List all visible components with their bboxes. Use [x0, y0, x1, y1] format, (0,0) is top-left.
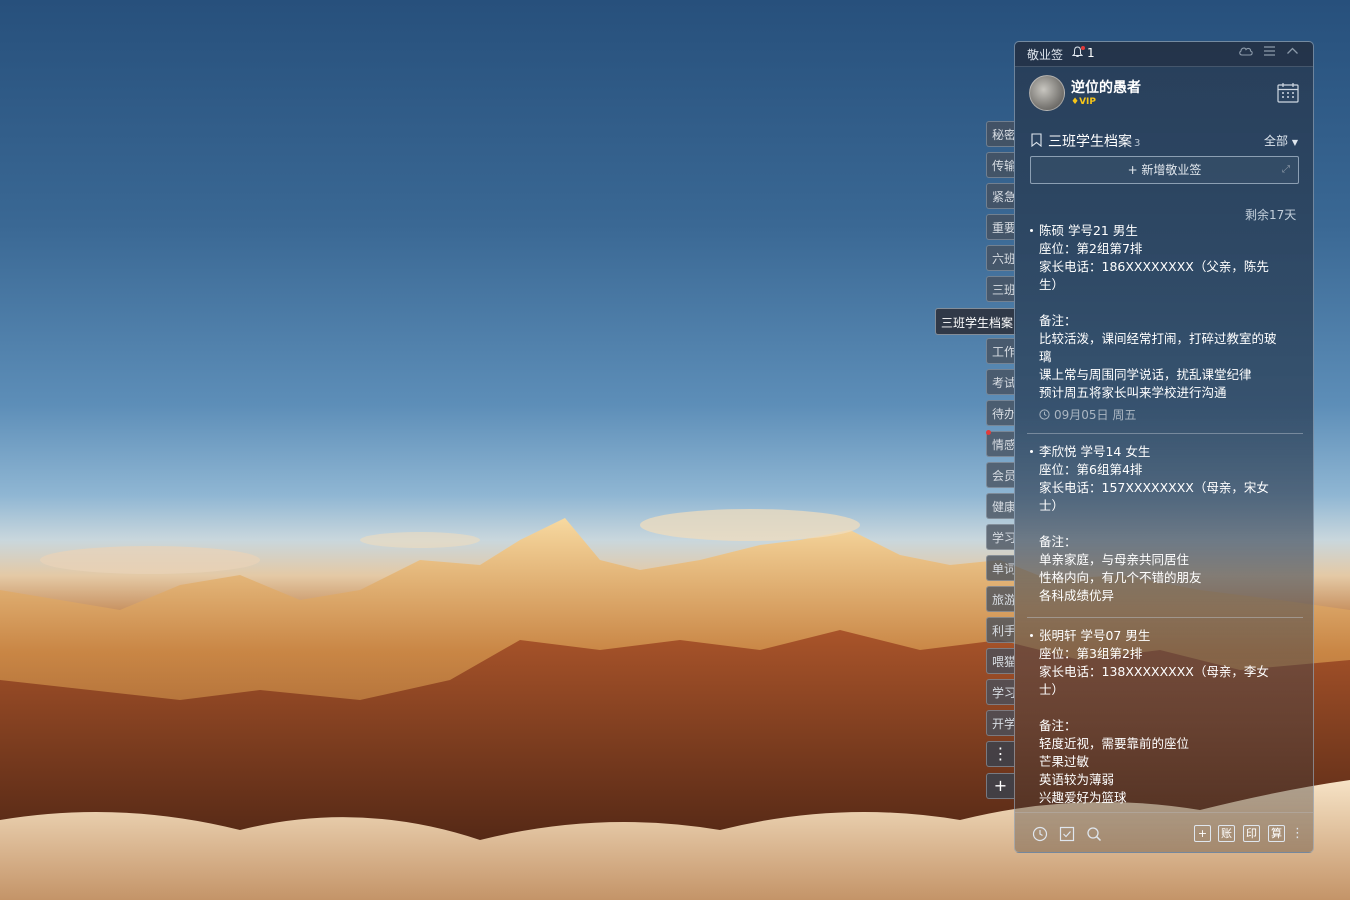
tab-category[interactable]: 健康	[986, 493, 1014, 519]
note-line: 比较活泼，课间经常打闹，打碎过教室的玻	[1039, 331, 1277, 346]
checkbox-icon[interactable]	[1059, 826, 1075, 842]
new-note-label: + 新增敬业签	[1127, 163, 1202, 177]
tab-category[interactable]: 喂猫	[986, 648, 1014, 674]
note-line: 座位：第3组第2排	[1039, 646, 1143, 661]
note-bullet	[1030, 450, 1033, 453]
add-category-button[interactable]: +	[986, 773, 1014, 799]
notification-count: 1	[1087, 46, 1095, 60]
note-line: 李欣悦 学号14 女生	[1039, 444, 1151, 459]
app-title: 敬业签	[1027, 48, 1064, 62]
list-title: 三班学生档案 3	[1048, 131, 1140, 151]
note-line: 单亲家庭，与母亲共同居住	[1039, 552, 1190, 567]
tab-category[interactable]: 旅游	[986, 586, 1014, 612]
tab-category[interactable]: 三班	[986, 276, 1014, 302]
vip-badge: ♦VIP	[1071, 97, 1096, 107]
search-icon[interactable]	[1086, 826, 1102, 842]
tab-category[interactable]: 待办	[986, 400, 1014, 426]
vip-label: VIP	[1079, 97, 1096, 107]
chevron-down-icon: ▼	[1291, 138, 1298, 147]
note-item[interactable]: 张明轩 学号07 男生 座位：第3组第2排家长电话：138XXXXXXXX（母亲，…	[1027, 627, 1303, 806]
note-line: 课上常与周围同学说话，扰乱课堂纪律	[1039, 367, 1252, 382]
note-line: 各科成绩优异	[1039, 588, 1115, 603]
note-line: 备注：	[1039, 718, 1077, 733]
tab-category[interactable]: 单词	[986, 555, 1014, 581]
filter-dropdown[interactable]: 全部 ▼	[1264, 132, 1298, 149]
print-button[interactable]: 印	[1243, 825, 1260, 842]
filter-label: 全部	[1264, 134, 1289, 148]
note-line: 芒果过敏	[1039, 754, 1090, 769]
note-line: 兴趣爱好为篮球	[1039, 790, 1127, 805]
note-panel: 敬业签 1 逆位的愚者 ♦VIP 三班学生档案 3 全部 ▼ + 新增敬业签 ⤢ …	[1014, 41, 1314, 853]
note-line: 家长电话：186XXXXXXXX（父亲，陈先	[1039, 259, 1269, 274]
note-line: 备注：	[1039, 313, 1077, 328]
note-date: 09月05日 周五	[1039, 402, 1303, 433]
tab-category[interactable]: 秘密	[986, 121, 1014, 147]
tab-category[interactable]: 传输	[986, 152, 1014, 178]
add-box-button[interactable]: +	[1194, 825, 1211, 842]
note-line	[1039, 699, 1303, 717]
note-line: 张明轩 学号07 男生	[1039, 628, 1151, 643]
bookmark-icon	[1031, 133, 1042, 147]
username[interactable]: 逆位的愚者	[1071, 77, 1141, 97]
note-line: 士）	[1039, 682, 1065, 697]
cloud-icon[interactable]	[1238, 45, 1254, 61]
note-item[interactable]: 李欣悦 学号14 女生 座位：第6组第4排家长电话：157XXXXXXXX（母亲，…	[1027, 443, 1303, 618]
tab-category[interactable]: 考试	[986, 369, 1014, 395]
tab-category[interactable]: 紧急	[986, 183, 1014, 209]
note-line: 轻度近视，需要靠前的座位	[1039, 736, 1190, 751]
tab-category[interactable]: 工作	[986, 338, 1014, 364]
tab-category[interactable]: 开学	[986, 710, 1014, 736]
note-line: 备注：	[1039, 534, 1077, 549]
note-bullet	[1030, 634, 1033, 637]
expand-icon[interactable]: ⤢	[1282, 157, 1290, 183]
note-item[interactable]: 陈硕 学号21 男生 座位：第2组第7排家长电话：186XXXXXXXX（父亲，陈…	[1027, 222, 1303, 434]
notification-dot	[1081, 46, 1085, 50]
tab-unread-dot	[986, 430, 991, 435]
tab-category[interactable]: 六班	[986, 245, 1014, 271]
note-line: 陈硕 学号21 男生	[1039, 223, 1138, 238]
calendar-icon[interactable]	[1277, 82, 1299, 103]
note-line: 预计周五将家长叫来学校进行沟通	[1039, 385, 1227, 400]
tab-category[interactable]: 会员	[986, 462, 1014, 488]
list-count: 3	[1134, 138, 1141, 149]
note-line: 生）	[1039, 277, 1065, 292]
account-button[interactable]: 账	[1218, 825, 1235, 842]
clock-icon	[1039, 408, 1054, 422]
tab-category[interactable]: 重要	[986, 214, 1014, 240]
list-title-text: 三班学生档案	[1048, 134, 1132, 150]
note-line: 英语较为薄弱	[1039, 772, 1115, 787]
note-bullet	[1030, 229, 1033, 232]
note-line: 士）	[1039, 498, 1065, 513]
more-tabs-button[interactable]: ⋮	[986, 741, 1014, 767]
tab-category[interactable]: 学习	[986, 679, 1014, 705]
collapse-icon[interactable]	[1286, 45, 1299, 61]
note-line: 家长电话：157XXXXXXXX（母亲，宋女	[1039, 480, 1269, 495]
tab-category[interactable]: 利手	[986, 617, 1014, 643]
more-icon[interactable]: ⋮	[1291, 826, 1304, 842]
note-line	[1039, 294, 1303, 312]
clock-icon[interactable]	[1032, 826, 1048, 842]
note-line: 家长电话：138XXXXXXXX（母亲，李女	[1039, 664, 1269, 679]
tab-active-category[interactable]: 三班学生档案	[935, 308, 1016, 335]
calculator-button[interactable]: 算	[1268, 825, 1285, 842]
note-spacer	[1039, 605, 1303, 617]
notes-list[interactable]: 陈硕 学号21 男生 座位：第2组第7排家长电话：186XXXXXXXX（父亲，陈…	[1027, 222, 1303, 806]
title-bar[interactable]: 敬业签 1	[1015, 42, 1313, 67]
tab-category[interactable]: 情感	[986, 431, 1014, 457]
note-line: 性格内向，有几个不错的朋友	[1039, 570, 1202, 585]
new-note-button[interactable]: + 新增敬业签 ⤢	[1030, 156, 1299, 184]
tab-category[interactable]: 学习	[986, 524, 1014, 550]
avatar[interactable]	[1029, 75, 1065, 111]
remaining-days: 剩余17天	[1245, 208, 1297, 222]
note-line	[1039, 515, 1303, 533]
note-line: 座位：第2组第7排	[1039, 241, 1143, 256]
note-date-text: 09月05日 周五	[1054, 408, 1137, 422]
bottom-toolbar: + 账 印 算 ⋮	[1015, 812, 1313, 853]
note-line: 璃	[1039, 349, 1052, 364]
menu-icon[interactable]	[1263, 45, 1276, 61]
note-line: 座位：第6组第4排	[1039, 462, 1143, 477]
